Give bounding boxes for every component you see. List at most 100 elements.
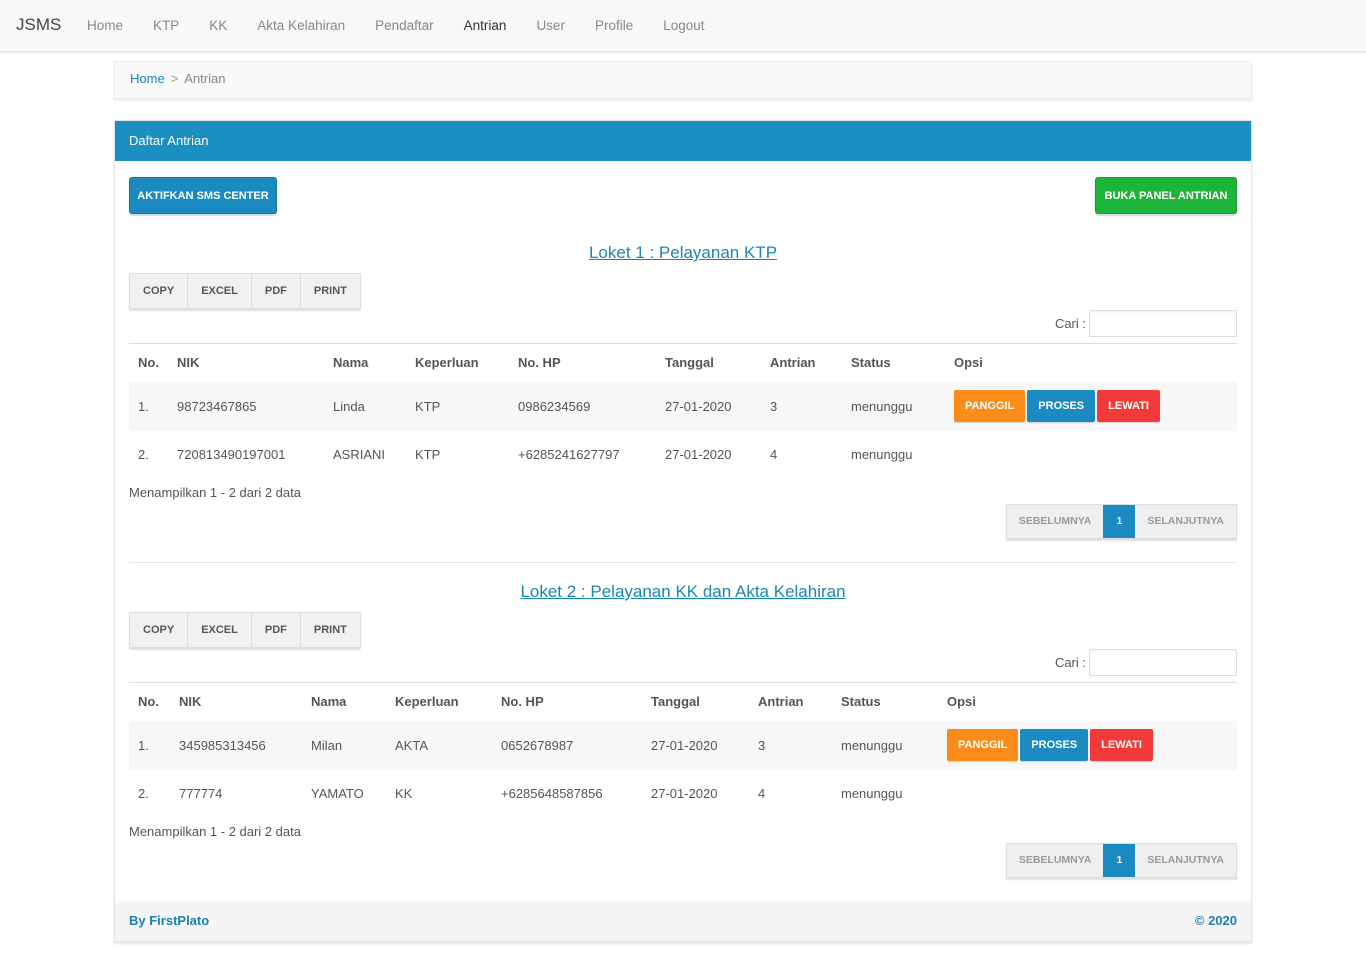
cell-keperluan: KTP (415, 381, 518, 431)
cell-status: menunggu (841, 786, 903, 801)
cell-tanggal: 27-01-2020 (665, 381, 770, 431)
cell-tanggal: 27-01-2020 (651, 720, 758, 770)
top-navbar: JSMS Home KTP KK Akta Kelahiran Pendafta… (0, 0, 1366, 52)
column-header[interactable]: Nama (333, 343, 415, 382)
queue-table: No. NIK Nama Keperluan No. HP Tanggal An… (129, 343, 1237, 479)
cell-nama: Linda (333, 381, 415, 431)
skip-button[interactable]: LEWATI (1090, 729, 1153, 761)
cell-antrian: 3 (758, 720, 841, 770)
column-header[interactable]: Tanggal (665, 343, 770, 382)
column-header[interactable]: Tanggal (651, 682, 758, 721)
column-header[interactable]: No. (129, 343, 177, 382)
cell-no: 1. (129, 381, 177, 431)
cell-nik: 777774 (179, 786, 223, 801)
cell-hp: 0986234569 (518, 381, 665, 431)
column-header[interactable]: NIK (177, 343, 333, 382)
search-box: Cari : (1055, 310, 1237, 337)
nav-item-kk[interactable]: KK (194, 0, 242, 52)
brand-logo[interactable]: JSMS (16, 15, 61, 35)
column-header[interactable]: No. HP (501, 682, 651, 721)
table-info: Menampilkan 1 - 2 dari 2 data (129, 824, 301, 839)
nav-item-akta-kelahiran[interactable]: Akta Kelahiran (242, 0, 360, 52)
nav-item-ktp[interactable]: KTP (138, 0, 194, 52)
pdf-button[interactable]: PDF (252, 274, 301, 308)
pdf-button[interactable]: PDF (252, 613, 301, 647)
breadcrumb-home-link[interactable]: Home (130, 71, 165, 86)
loket-2-section: Loket 2 : Pelayanan KK dan Akta Kelahira… (129, 460, 1237, 900)
table-header-row: No. NIK Nama Keperluan No. HP Tanggal An… (129, 682, 1237, 721)
footer-credit: By FirstPlato (129, 913, 210, 928)
search-label: Cari : (1054, 655, 1086, 670)
prev-page-button[interactable]: SEBELUMNYA (1007, 844, 1104, 877)
cell-nama: YAMATO (311, 786, 364, 801)
cell-status: menunggu (841, 720, 947, 770)
table-row: 1. 345985313456 Milan AKTA 0652678987 27… (129, 720, 1237, 770)
copy-button[interactable]: COPY (130, 613, 189, 647)
column-header[interactable]: No. (129, 682, 179, 721)
column-header[interactable]: Antrian (770, 343, 851, 382)
nav-item-antrian[interactable]: Antrian (449, 0, 522, 52)
next-page-button[interactable]: SELANJUTNYA (1135, 844, 1236, 877)
column-header: Opsi (954, 343, 1237, 382)
search-input[interactable] (1089, 310, 1237, 337)
cell-nik: 345985313456 (179, 720, 311, 770)
cell-tanggal: 27-01-2020 (651, 786, 718, 801)
export-toolbar: COPY EXCEL PDF PRINT (129, 612, 361, 648)
column-header[interactable]: No. HP (518, 343, 665, 382)
column-header[interactable]: Status (841, 682, 947, 721)
column-header[interactable]: Keperluan (415, 343, 518, 382)
cell-no: 2. (138, 786, 149, 801)
cell-antrian: 3 (770, 381, 851, 431)
column-header[interactable]: Antrian (758, 682, 841, 721)
cell-options: PANGGIL PROSES LEWATI (954, 381, 1237, 431)
loket-1-title[interactable]: Loket 1 : Pelayanan KTP (129, 243, 1237, 263)
process-button[interactable]: PROSES (1027, 390, 1096, 422)
nav-item-home[interactable]: Home (72, 0, 138, 52)
call-button[interactable]: PANGGIL (954, 390, 1026, 422)
column-header[interactable]: Status (851, 343, 954, 382)
search-input[interactable] (1089, 649, 1237, 676)
nav-item-pendaftar[interactable]: Pendaftar (360, 0, 449, 52)
nav-item-user[interactable]: User (521, 0, 580, 52)
cell-nik: 98723467865 (177, 381, 333, 431)
queue-table: No. NIK Nama Keperluan No. HP Tanggal An… (129, 682, 1237, 818)
page-1-button[interactable]: 1 (1103, 844, 1136, 877)
column-header[interactable]: Keperluan (395, 682, 501, 721)
loket-2-title[interactable]: Loket 2 : Pelayanan KK dan Akta Kelahira… (129, 582, 1237, 602)
skip-button[interactable]: LEWATI (1097, 390, 1160, 422)
pagination: SEBELUMNYA 1 SELANJUTNYA (1005, 843, 1237, 878)
print-button[interactable]: PRINT (301, 274, 360, 308)
table-row: 2. 777774 YAMATO KK +6285648587856 27-01… (129, 770, 1237, 818)
cell-antrian: 4 (758, 786, 766, 801)
nav-item-profile[interactable]: Profile (580, 0, 648, 52)
table-header-row: No. NIK Nama Keperluan No. HP Tanggal An… (129, 343, 1237, 382)
export-toolbar: COPY EXCEL PDF PRINT (129, 273, 361, 309)
cell-keperluan: KK (395, 786, 413, 801)
column-header[interactable]: Nama (311, 682, 395, 721)
search-label: Cari : (1054, 316, 1086, 331)
panel-footer: By FirstPlato © 2020 (115, 901, 1251, 941)
column-header: Opsi (947, 682, 1237, 721)
cell-no: 1. (129, 720, 179, 770)
excel-button[interactable]: EXCEL (188, 613, 252, 647)
nav-menu: Home KTP KK Akta Kelahiran Pendaftar Ant… (72, 0, 720, 52)
column-header[interactable]: NIK (179, 682, 311, 721)
footer-copyright: © 2020 (1194, 913, 1237, 928)
cell-hp: +6285648587856 (501, 786, 603, 801)
cell-nama: Milan (311, 720, 395, 770)
cell-status: menunggu (851, 381, 954, 431)
nav-item-logout[interactable]: Logout (648, 0, 719, 52)
queue-panel: Daftar Antrian AKTIFKAN SMS CENTER BUKA … (114, 120, 1252, 942)
breadcrumb-separator: > (170, 71, 179, 86)
call-button[interactable]: PANGGIL (947, 729, 1019, 761)
copy-button[interactable]: COPY (130, 274, 189, 308)
breadcrumb-current: Antrian (184, 71, 226, 86)
breadcrumb: Home > Antrian (114, 61, 1252, 99)
cell-hp: 0652678987 (501, 720, 651, 770)
cell-keperluan: AKTA (395, 720, 501, 770)
cell-options: PANGGIL PROSES LEWATI (947, 720, 1237, 770)
print-button[interactable]: PRINT (301, 613, 360, 647)
table-row: 1. 98723467865 Linda KTP 0986234569 27-0… (129, 381, 1237, 431)
excel-button[interactable]: EXCEL (188, 274, 252, 308)
process-button[interactable]: PROSES (1020, 729, 1089, 761)
